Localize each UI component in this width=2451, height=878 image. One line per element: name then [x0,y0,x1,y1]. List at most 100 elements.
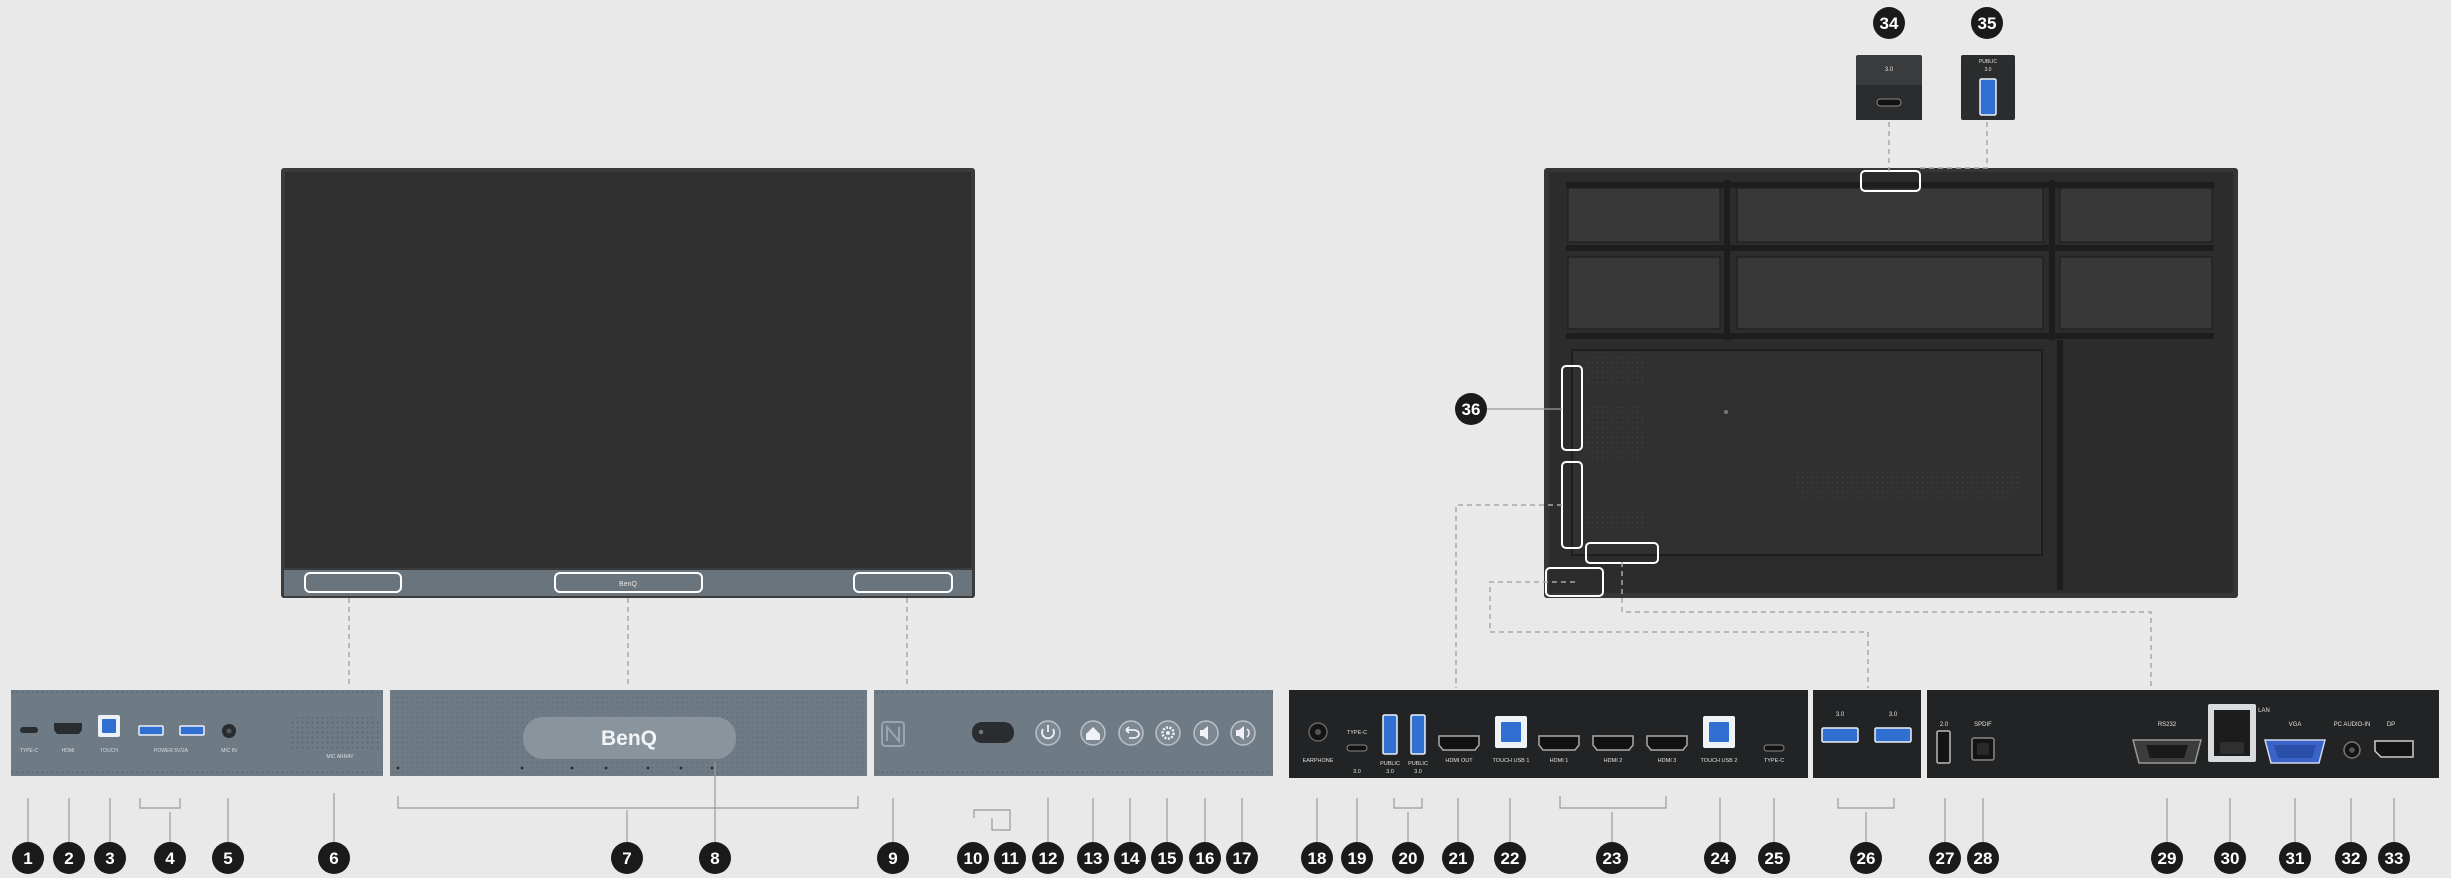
callout-badge-34: 34 [1873,7,1905,39]
pc-audio-in-label: PC AUDIO-IN [2334,722,2371,728]
callout-number: 10 [964,849,983,868]
benq-logo: BenQ [601,727,657,750]
type-c-port [20,727,38,733]
callout-number: 36 [1462,400,1481,419]
callout-number: 32 [2342,849,2361,868]
callout-number: 27 [1936,849,1955,868]
callout-badge-29: 29 [2151,842,2183,874]
callout-number: 23 [1603,849,1622,868]
callout-badge-33: 33 [2378,842,2410,874]
rear-usb-panel: 3.0 3.0 [1813,690,1921,778]
callout-badge-25: 25 [1758,842,1790,874]
callout-badge-31: 31 [2279,842,2311,874]
hdmi-3-port [1646,735,1688,751]
callout-number: 14 [1121,849,1140,868]
callout-number: 20 [1399,849,1418,868]
svg-text:3.0: 3.0 [1985,67,1992,73]
volume-down-icon[interactable] [1193,720,1219,746]
bezel-small-logo: BenQ [619,581,637,588]
callout-number: 11 [1001,849,1019,868]
type-c-3-port [1346,744,1368,752]
callout-leader-line [973,809,1011,818]
power-icon[interactable] [1035,720,1061,746]
center-bezel-panel: BenQ [390,690,867,776]
hdmi-port [54,723,82,734]
svg-text:3.0: 3.0 [1414,769,1422,775]
usb-power-label: POWER 5V/2A [154,748,189,754]
svg-text:PUBLIC: PUBLIC [1380,761,1400,767]
usb-2-port [1936,730,1951,764]
callout-badge-23: 23 [1596,842,1628,874]
callout-badge-11: 11 [994,842,1026,874]
public-usb-port-1 [1382,714,1398,755]
touch-label: TOUCH [100,748,118,754]
callout-badge-35: 35 [1971,7,2003,39]
callout-badge-21: 21 [1442,842,1474,874]
type-c-rear-label: TYPE-C [1764,758,1784,764]
callout-number: 2 [64,849,73,868]
usb-a-port-1 [138,725,164,736]
earphone-label: EARPHONE [1303,758,1334,764]
callout-number: 30 [2221,849,2240,868]
usb-2-label: 2.0 [1940,722,1949,728]
callout-badge-4: 4 [154,842,186,874]
type-c-label: TYPE-C [20,748,39,754]
callout-number: 26 [1857,849,1876,868]
callout-badge-24: 24 [1704,842,1736,874]
usb-3-label-2: 3.0 [1889,712,1898,718]
vga-label: VGA [2289,722,2302,728]
callout-badge-28: 28 [1967,842,1999,874]
callout-number: 13 [1084,849,1103,868]
type-c-port-rear [1763,744,1785,752]
dp-port [2374,740,2414,758]
hdmi-1-label: HDMI 1 [1550,758,1569,764]
touch-usb-1-label: TOUCH USB 1 [1493,758,1530,764]
callout-badge-16: 16 [1189,842,1221,874]
top-port-usba-inset: PUBLIC PUBLIC 3.0 3.0 [1961,55,2015,120]
left-bezel-panel: TYPE-C HDMI TOUCH POWER 5V/2A MIC IN MIC… [11,690,383,776]
type-c-3-label: TYPE-C [1347,730,1367,736]
callout-badge-3: 3 [94,842,126,874]
svg-text:3.0: 3.0 [1353,769,1361,775]
callout-number: 25 [1765,849,1784,868]
callout-badge-14: 14 [1114,842,1146,874]
callout-number: 33 [2385,849,2404,868]
rear-display [1544,168,2238,598]
callout-number: 3 [105,849,114,868]
callout-leader-line [1393,798,1423,809]
callout-number: 1 [23,849,32,868]
top-port-usba-label-a: PUBLIC [1979,59,1997,65]
callout-leader-line [1559,796,1667,809]
front-display: BenQ [281,168,975,598]
callout-number: 34 [1880,14,1899,33]
callout-number: 18 [1308,849,1327,868]
callout-badge-12: 12 [1032,842,1064,874]
callout-badge-18: 18 [1301,842,1333,874]
volume-up-icon[interactable] [1230,720,1256,746]
callout-number: 15 [1158,849,1177,868]
back-icon[interactable] [1118,720,1144,746]
mic-array-grille [290,717,380,751]
callout-badge-26: 26 [1850,842,1882,874]
rear-bottom-panel: EARPHONE TYPE-C 3.0 PUBLIC 3.0 PUBLIC 3.… [1289,690,1808,778]
hdmi-out-label: HDMI OUT [1445,758,1473,764]
public-usb-port-2 [1410,714,1426,755]
callout-badge-2: 2 [53,842,85,874]
callout-number: 17 [1233,849,1252,868]
touch-usb-2-label: TOUCH USB 2 [1701,758,1738,764]
callout-badge-9: 9 [877,842,909,874]
callout-badge-22: 22 [1494,842,1526,874]
callout-badge-19: 19 [1341,842,1373,874]
spdif-label: SPDIF [1974,722,1992,728]
hdmi-label: HDMI [62,748,75,754]
callout-badge-30: 30 [2214,842,2246,874]
settings-icon[interactable] [1155,720,1181,746]
home-icon[interactable] [1080,720,1106,746]
top-port-usbc-label: 3.0 [1885,67,1894,73]
callout-number: 28 [1974,849,1993,868]
callout-badge-10: 10 [957,842,989,874]
usb-3-label-1: 3.0 [1836,712,1845,718]
rs232-label: RS232 [2158,722,2177,728]
callout-number: 35 [1978,14,1997,33]
callout-badge-27: 27 [1929,842,1961,874]
